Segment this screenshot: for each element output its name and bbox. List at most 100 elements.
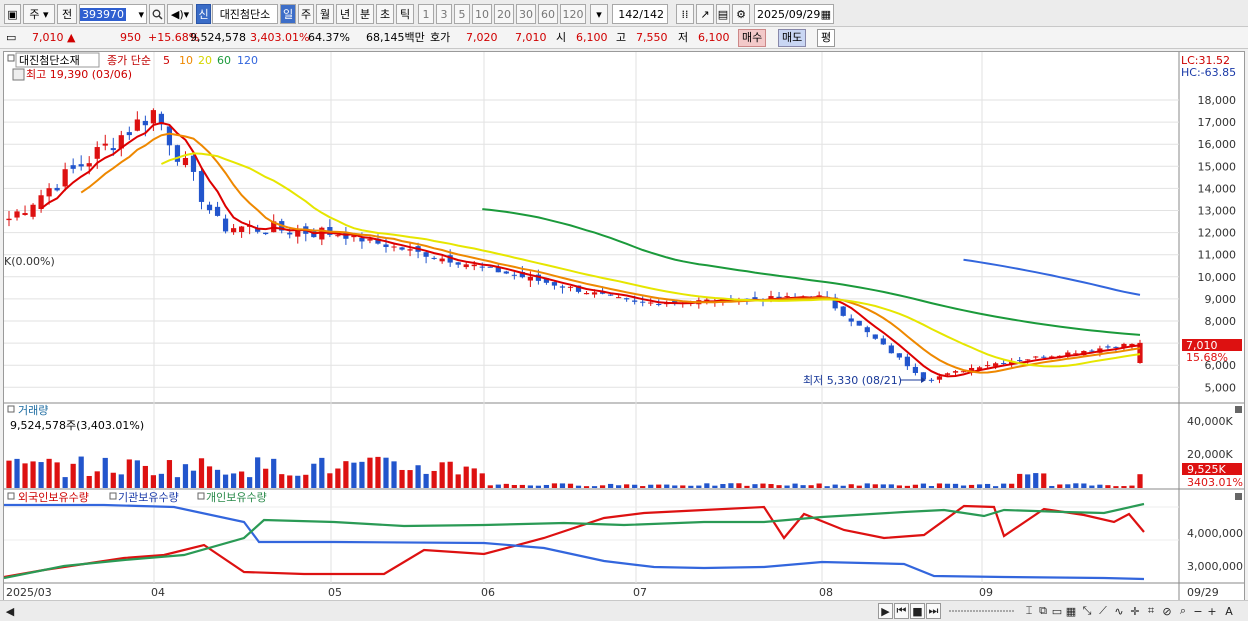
volume-bar bbox=[599, 485, 606, 488]
volume-bar bbox=[1089, 485, 1095, 488]
window-tool-icon[interactable]: ▭ bbox=[1050, 603, 1064, 619]
high-label: 고 bbox=[616, 31, 627, 44]
candle-body bbox=[1033, 356, 1039, 358]
zoom-slider[interactable] bbox=[948, 603, 1016, 619]
tab-year[interactable]: 년 bbox=[336, 4, 354, 24]
quote-window-icon[interactable]: ▭ bbox=[6, 30, 16, 46]
interval-60[interactable]: 60 bbox=[538, 4, 558, 24]
auto-scale-icon[interactable]: A bbox=[1222, 603, 1236, 619]
calendar-small-icon[interactable] bbox=[12, 68, 25, 81]
grid-icon[interactable]: ⁞⁞ bbox=[676, 4, 694, 24]
candle-body bbox=[1113, 346, 1119, 348]
candle-body bbox=[62, 169, 68, 187]
volume-toggle-icon[interactable] bbox=[7, 405, 15, 413]
scope-button[interactable]: 전 bbox=[57, 4, 77, 24]
search-icon[interactable] bbox=[149, 4, 165, 24]
scroll-left-icon[interactable]: ◀ bbox=[4, 603, 16, 619]
cursor-tool-icon[interactable]: ⌶ bbox=[1022, 603, 1036, 619]
grid-tool-icon[interactable]: ▦ bbox=[1064, 603, 1078, 619]
volume-bar bbox=[415, 465, 421, 488]
volume-bar bbox=[94, 471, 100, 488]
zoom-in-icon[interactable]: + bbox=[1206, 603, 1218, 619]
count-field[interactable]: 142/142 bbox=[612, 4, 668, 24]
buy-button[interactable]: 매수 bbox=[738, 29, 767, 47]
volume-bar bbox=[247, 477, 253, 488]
candle-body bbox=[431, 257, 437, 259]
trend-tool-icon[interactable]: ⤡ bbox=[1080, 603, 1094, 619]
volume-bar bbox=[327, 473, 333, 488]
stock-code-input[interactable]: 393970 ▾ bbox=[79, 4, 147, 24]
interval-10[interactable]: 10 bbox=[472, 4, 492, 24]
holding-toggle-icon[interactable] bbox=[7, 492, 15, 500]
volume-bars bbox=[6, 456, 1143, 488]
wave-tool-icon[interactable]: ∿ bbox=[1112, 603, 1126, 619]
first-button[interactable]: ⏮ bbox=[894, 603, 909, 619]
volume-bar bbox=[792, 483, 798, 488]
interval-1[interactable]: 1 bbox=[418, 4, 434, 24]
gear-icon[interactable]: ⚙ bbox=[732, 4, 750, 24]
volume-bar bbox=[367, 457, 373, 488]
candle-body bbox=[848, 318, 854, 322]
cross-tool-icon[interactable]: ✛ bbox=[1128, 603, 1142, 619]
stock-name-field[interactable]: 대진첨단소 bbox=[212, 4, 278, 24]
zoom-icon[interactable]: ⌕ bbox=[1176, 603, 1190, 619]
interval-dropdown[interactable]: ▾ bbox=[590, 4, 608, 24]
tab-week[interactable]: 주 bbox=[298, 4, 314, 24]
x-label-04: 04 bbox=[151, 586, 165, 599]
volume-close-icon[interactable] bbox=[1235, 406, 1242, 413]
volume-value: 9,524,578 bbox=[190, 31, 246, 44]
interval-3[interactable]: 3 bbox=[436, 4, 452, 24]
ruler-tool-icon[interactable]: ⟋ bbox=[1096, 603, 1110, 619]
last-button[interactable]: ⏭ bbox=[926, 603, 941, 619]
candle-body bbox=[607, 294, 614, 296]
tab-month[interactable]: 월 bbox=[316, 4, 334, 24]
play-button[interactable]: ▶ bbox=[878, 603, 893, 619]
ma-label: 종가 단순 bbox=[107, 54, 151, 67]
speaker-icon[interactable]: ◀)▾ bbox=[167, 4, 193, 24]
moving-average-lines bbox=[40, 121, 1141, 378]
pattern-tool-icon[interactable]: ⌗ bbox=[1144, 603, 1158, 619]
volume-bar bbox=[38, 462, 44, 488]
stock-chart-svg[interactable]: 18,000 17,000 16,000 15,000 14,000 13,000 12,0… bbox=[3, 52, 1244, 600]
tab-tick[interactable]: 틱 bbox=[396, 4, 414, 24]
save-icon[interactable]: ▤ bbox=[716, 4, 730, 24]
chart-area[interactable]: 18,000 17,000 16,000 15,000 14,000 13,000 12,0… bbox=[3, 51, 1245, 601]
tab-minute[interactable]: 분 bbox=[356, 4, 374, 24]
y-tick-label: 16,000 bbox=[1198, 138, 1237, 151]
volume-bar bbox=[14, 458, 20, 488]
delete-tool-icon[interactable]: ⊘ bbox=[1160, 603, 1174, 619]
interval-30[interactable]: 30 bbox=[516, 4, 536, 24]
zoom-out-icon[interactable]: − bbox=[1192, 603, 1204, 619]
tab-second[interactable]: 초 bbox=[376, 4, 394, 24]
sell-button[interactable]: 매도 bbox=[778, 29, 807, 47]
candle-body bbox=[1001, 363, 1007, 365]
volume-bar bbox=[1097, 484, 1103, 488]
interval-20[interactable]: 20 bbox=[494, 4, 514, 24]
interval-120[interactable]: 120 bbox=[560, 4, 586, 24]
volume-bar bbox=[375, 456, 381, 488]
draw-tool-icon[interactable]: ↗ bbox=[696, 4, 714, 24]
x-label-06: 06 bbox=[481, 586, 495, 599]
panel-toggle-icon[interactable] bbox=[7, 54, 15, 62]
legend-institution-toggle-icon[interactable] bbox=[109, 492, 117, 500]
window-menu-icon[interactable]: ▣ bbox=[4, 4, 21, 24]
copy-tool-icon[interactable]: ⧉ bbox=[1036, 603, 1050, 619]
candle-body bbox=[1017, 360, 1023, 362]
volume-bar bbox=[150, 475, 156, 488]
legend-individual-toggle-icon[interactable] bbox=[197, 492, 205, 500]
calendar-icon[interactable]: ▦ bbox=[821, 8, 831, 21]
market-type-select[interactable]: 주 ▾ bbox=[23, 4, 55, 24]
stop-button[interactable]: ■ bbox=[910, 603, 925, 619]
eval-button[interactable]: 평 bbox=[817, 29, 836, 47]
volume-bar bbox=[840, 485, 846, 488]
candle-body bbox=[94, 147, 100, 159]
interval-5[interactable]: 5 bbox=[454, 4, 470, 24]
date-field[interactable]: 2025/09/29 ▦ bbox=[754, 4, 834, 24]
volume-bar bbox=[6, 460, 12, 488]
candle-body bbox=[880, 338, 886, 345]
tab-day[interactable]: 일 bbox=[280, 4, 296, 24]
holding-close-icon[interactable] bbox=[1235, 493, 1242, 500]
stock-label: 대진첨단소재 bbox=[19, 54, 80, 67]
turnover-ratio: 64.37% bbox=[308, 31, 350, 44]
volume-bar bbox=[1065, 484, 1071, 488]
